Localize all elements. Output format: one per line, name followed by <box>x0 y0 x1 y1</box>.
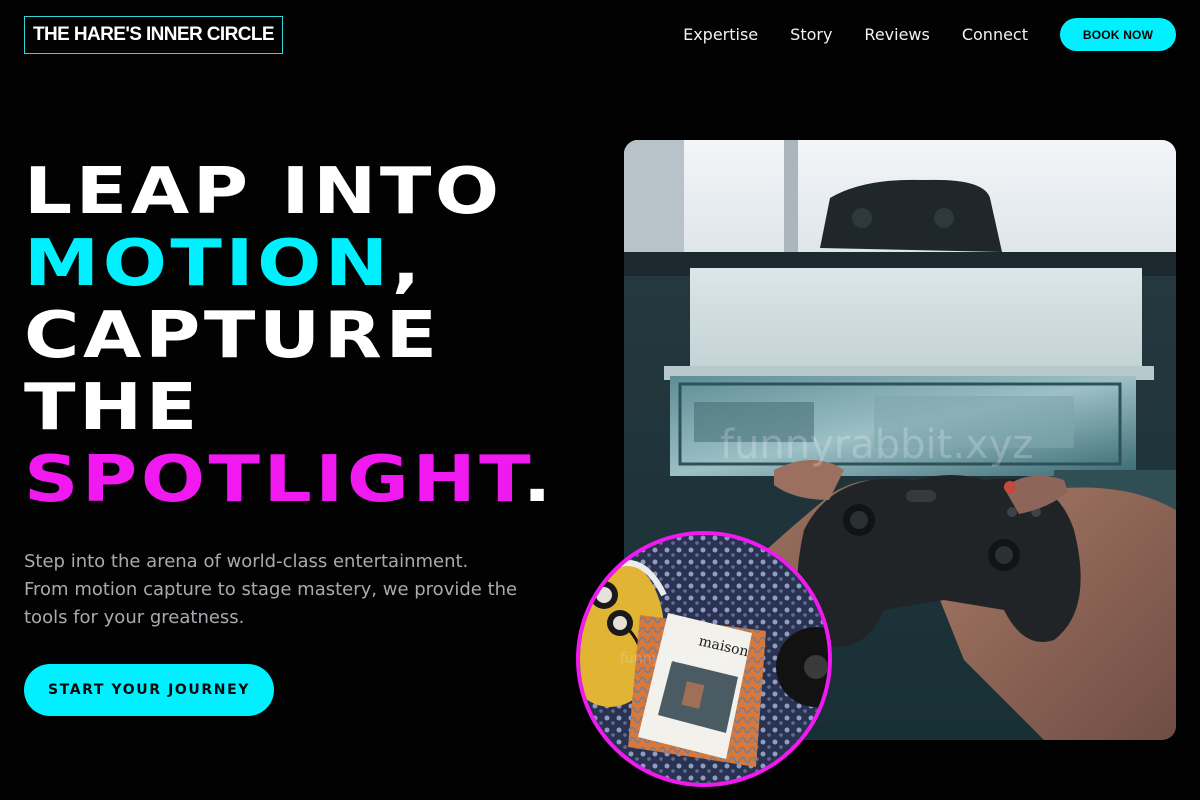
nav-story[interactable]: Story <box>790 25 832 44</box>
description-line: From motion capture to stage mastery, we… <box>24 579 518 600</box>
inset-photo-watermark: funnyrabbit.xyz <box>620 651 730 667</box>
main-nav: Expertise Story Reviews Connect BOOK NOW <box>683 18 1176 51</box>
headline-spotlight: SPOTLIGHT <box>24 443 523 517</box>
headline-period: . <box>522 443 555 517</box>
description-line: tools for your greatness. <box>24 607 245 628</box>
hero-inset-photo: maison funnyrabbit.xyz <box>576 531 832 787</box>
brand-logo[interactable]: THE HARE'S INNER CIRCLE <box>24 16 283 54</box>
landing-page: THE HARE'S INNER CIRCLE Expertise Story … <box>0 0 1200 800</box>
hero-description: Step into the arena of world-class enter… <box>24 548 564 632</box>
headline-motion: MOTION <box>24 227 392 301</box>
main-photo-watermark: funnyrabbit.xyz <box>720 422 1033 468</box>
description-line: Step into the arena of world-class enter… <box>24 551 469 572</box>
nav-expertise[interactable]: Expertise <box>683 25 758 44</box>
headline-comma: , <box>391 227 424 301</box>
nav-connect[interactable]: Connect <box>962 25 1028 44</box>
headline-line-4: THE <box>24 371 201 445</box>
hero-headline: LEAP INTO MOTION, CAPTURE THE SPOTLIGHT. <box>24 156 555 516</box>
start-journey-button[interactable]: START YOUR JOURNEY <box>24 664 274 716</box>
nav-reviews[interactable]: Reviews <box>864 25 929 44</box>
book-now-button[interactable]: BOOK NOW <box>1060 18 1176 51</box>
headline-line-5: SPOTLIGHT. <box>24 444 555 516</box>
headline-line-1: LEAP INTO <box>24 155 503 229</box>
headline-line-2: MOTION, <box>24 228 555 300</box>
magazine-illustration: maison funnyrabbit.xyz <box>580 535 828 783</box>
headline-line-3: CAPTURE <box>24 299 441 373</box>
